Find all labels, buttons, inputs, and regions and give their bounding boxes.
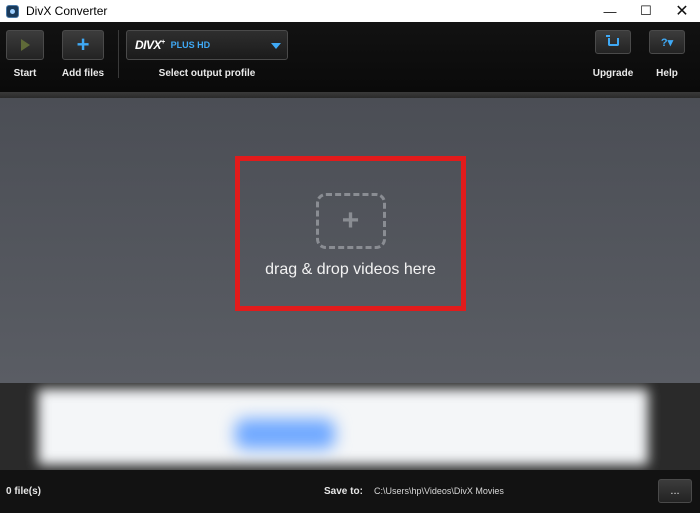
start-button[interactable] — [6, 30, 44, 60]
minimize-button[interactable]: — — [592, 0, 628, 22]
help-button[interactable]: ?▾ — [649, 30, 685, 54]
divx-logo-text: DIVX — [135, 38, 162, 52]
ad-banner[interactable] — [0, 383, 700, 470]
drop-area[interactable]: + drag & drop videos here — [0, 98, 700, 383]
play-icon — [20, 39, 30, 51]
cart-icon — [605, 35, 619, 46]
drop-zone[interactable]: + drag & drop videos here — [235, 156, 466, 311]
output-profile-select[interactable]: DIVX+ PLUS HD — [126, 30, 288, 60]
save-path: C:\Users\hp\Videos\DivX Movies — [374, 486, 504, 496]
close-button[interactable]: ✕ — [664, 0, 700, 22]
start-label: Start — [13, 68, 37, 79]
browse-button[interactable]: ... — [658, 479, 692, 503]
upgrade-label: Upgrade — [592, 68, 634, 79]
maximize-button[interactable]: ☐ — [628, 0, 664, 22]
toolbar: Start + Add files DIVX+ PLUS HD Select o… — [0, 22, 700, 92]
add-video-icon: + — [315, 193, 386, 249]
divx-logo: DIVX+ — [135, 38, 165, 52]
output-profile-label: Select output profile — [158, 68, 256, 79]
toolbar-separator — [118, 30, 119, 78]
ad-banner-image — [38, 389, 648, 465]
profile-value: PLUS HD — [170, 40, 211, 50]
chevron-down-icon — [271, 43, 281, 49]
upgrade-button[interactable] — [595, 30, 631, 54]
add-video-glyph: + — [341, 204, 360, 237]
window-title: DivX Converter — [26, 4, 108, 18]
divx-app-icon — [6, 4, 19, 18]
window-controls: — ☐ ✕ — [592, 0, 700, 22]
drop-hint-text: drag & drop videos here — [265, 261, 436, 278]
plus-icon: + — [76, 32, 90, 57]
divx-logo-sup: + — [161, 39, 165, 46]
ad-banner-button — [235, 419, 335, 449]
add-files-label: Add files — [61, 68, 105, 79]
file-count: 0 file(s) — [6, 486, 42, 497]
add-files-button[interactable]: + — [62, 30, 104, 60]
help-label: Help — [656, 68, 678, 79]
title-bar: DivX Converter — ☐ ✕ — [0, 0, 700, 22]
question-icon: ?▾ — [660, 36, 674, 49]
save-to-label: Save to: — [324, 486, 363, 497]
status-bar: 0 file(s) Save to: C:\Users\hp\Videos\Di… — [0, 470, 700, 513]
